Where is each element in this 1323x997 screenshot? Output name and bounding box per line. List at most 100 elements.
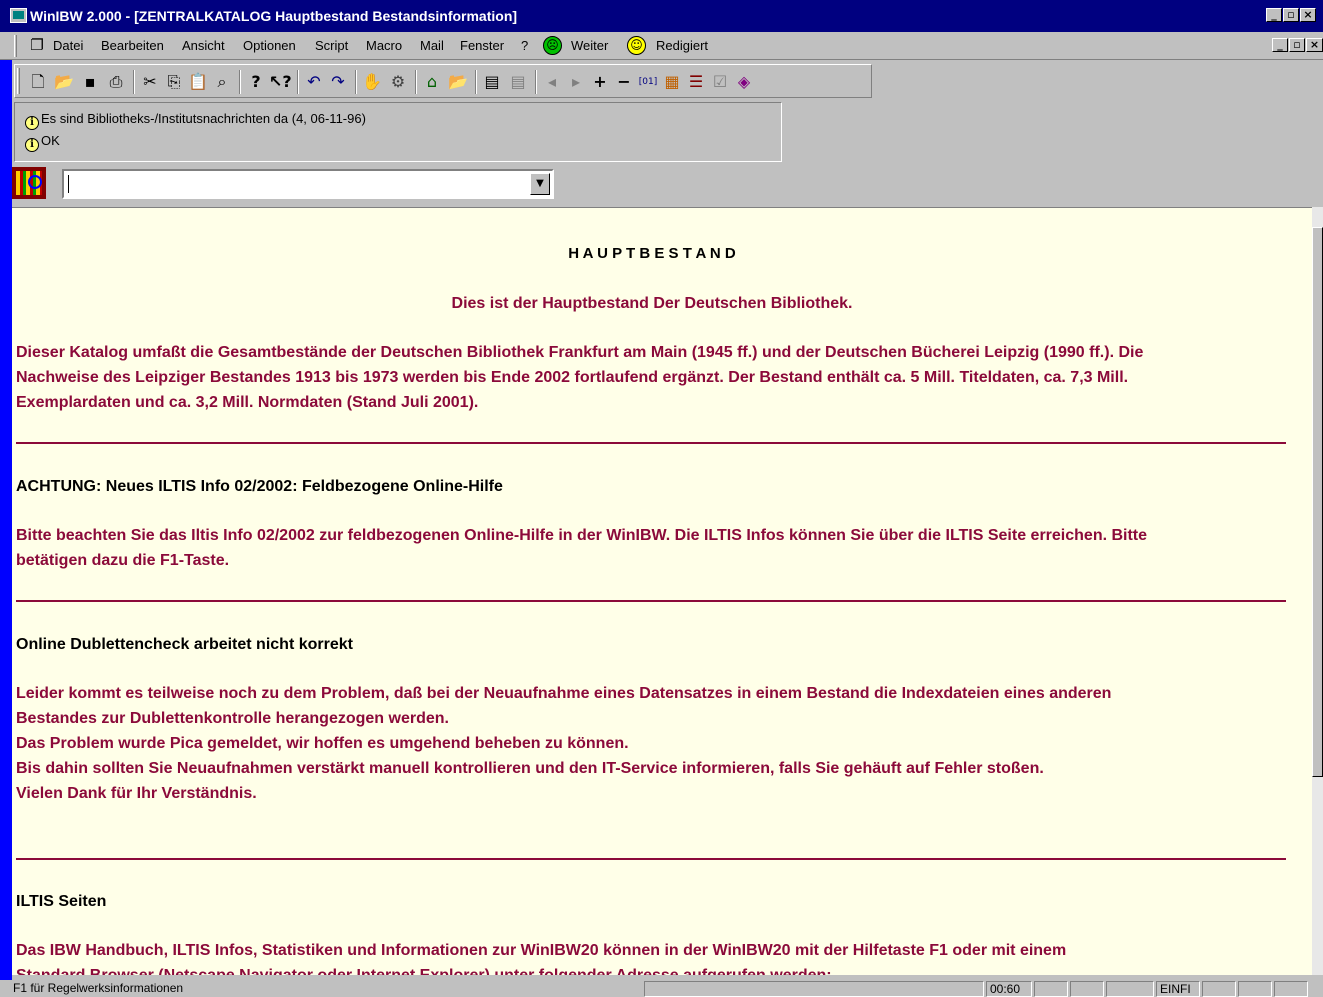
- window-title: WinIBW 2.000 - [ZENTRALKATALOG Hauptbest…: [30, 8, 518, 24]
- menu-help[interactable]: ?: [521, 38, 528, 53]
- menu-bar: ❐ Datei Bearbeiten Ansicht Optionen Scri…: [0, 32, 1323, 60]
- minus-icon[interactable]: −: [613, 71, 635, 93]
- child-minimize-button[interactable]: _: [1272, 38, 1288, 52]
- home-icon[interactable]: ⌂: [421, 71, 443, 93]
- status-panel: [1238, 981, 1272, 997]
- text-caret: [68, 175, 69, 193]
- plus-icon[interactable]: +: [589, 71, 611, 93]
- menu-weiter[interactable]: Weiter: [571, 38, 608, 53]
- section-title: ACHTUNG: Neues ILTIS Info 02/2002: Feldb…: [16, 478, 503, 495]
- save-icon[interactable]: ▪: [79, 71, 101, 93]
- tool1-icon[interactable]: ▦: [661, 71, 683, 93]
- connect-icon[interactable]: ⚙: [387, 71, 409, 93]
- intro-line: Nachweise des Leipziger Bestandes 1913 b…: [16, 369, 1129, 386]
- context-help-icon[interactable]: ↖?: [269, 71, 292, 93]
- status-time: 00:60: [986, 981, 1032, 997]
- title-bar[interactable]: WinIBW 2.000 - [ZENTRALKATALOG Hauptbest…: [0, 0, 1323, 32]
- toolbar-separator: [297, 70, 299, 94]
- child-close-button[interactable]: ×: [1306, 38, 1323, 52]
- copy-icon[interactable]: ⎘: [163, 71, 185, 93]
- close-button[interactable]: ×: [1300, 8, 1316, 22]
- section-text: Bitte beachten Sie das Iltis Info 02/200…: [16, 527, 1148, 544]
- left-border: [0, 60, 12, 980]
- tool4-icon[interactable]: ◈: [733, 71, 755, 93]
- vertical-scrollbar[interactable]: [1312, 207, 1323, 975]
- catalog-icon[interactable]: [12, 167, 46, 199]
- command-input[interactable]: ▼: [62, 169, 554, 199]
- open-icon[interactable]: 📂: [447, 71, 469, 93]
- menu-mail[interactable]: Mail: [420, 38, 444, 53]
- child-window-icon[interactable]: ❐: [26, 34, 48, 56]
- status-panel: [1274, 981, 1308, 997]
- status-panel: [1034, 981, 1068, 997]
- toolbar-separator: [133, 70, 135, 94]
- child-restore-button[interactable]: ▫: [1289, 38, 1305, 52]
- smiley-face-icon[interactable]: ☺: [627, 36, 646, 55]
- sad-face-icon[interactable]: ☹: [543, 36, 562, 55]
- section-title: Online Dublettencheck arbeitet nicht kor…: [16, 636, 353, 653]
- section-text: Bestandes zur Dublettenkontrolle herange…: [16, 710, 449, 727]
- info-icon: i: [25, 138, 39, 152]
- page-heading: H A U P T B E S T A N D: [568, 245, 736, 262]
- menu-redigiert[interactable]: Redigiert: [656, 38, 708, 53]
- maximize-button[interactable]: ▫: [1283, 8, 1299, 22]
- new-file-icon[interactable]: 🗋: [27, 71, 49, 93]
- message-panel: i Es sind Bibliotheks-/Institutsnachricht…: [14, 102, 782, 162]
- section-text: Leider kommt es teilweise noch zu dem Pr…: [16, 685, 1112, 702]
- counter-icon[interactable]: [01]: [637, 71, 659, 93]
- prev-icon[interactable]: ◂: [541, 71, 563, 93]
- cut-icon[interactable]: ✂: [139, 71, 161, 93]
- intro-line: Exemplardaten und ca. 3,2 Mill. Normdate…: [16, 394, 479, 411]
- menu-ansicht[interactable]: Ansicht: [182, 38, 225, 53]
- tool3-icon[interactable]: ☑: [709, 71, 731, 93]
- minimize-button[interactable]: _: [1266, 8, 1282, 22]
- divider: [16, 442, 1286, 444]
- menu-datei[interactable]: Datei: [53, 38, 83, 53]
- menu-optionen[interactable]: Optionen: [243, 38, 296, 53]
- chevron-down-icon[interactable]: ▼: [530, 173, 550, 195]
- toolbar-grip[interactable]: [17, 68, 20, 94]
- menu-script[interactable]: Script: [315, 38, 348, 53]
- app-icon[interactable]: [10, 8, 27, 23]
- section-text: Das Problem wurde Pica gemeldet, wir hof…: [16, 735, 629, 752]
- toolbar-separator: [355, 70, 357, 94]
- status-bar: F1 für Regelwerksinformationen 00:60 EIN…: [0, 980, 1323, 997]
- toolbar-separator: [535, 70, 537, 94]
- divider: [16, 858, 1286, 860]
- status-panel: [1106, 981, 1154, 997]
- status-panel: [1070, 981, 1104, 997]
- help-icon[interactable]: ?: [245, 71, 267, 93]
- view1-icon[interactable]: ▤: [481, 71, 503, 93]
- menu-macro[interactable]: Macro: [366, 38, 402, 53]
- print-icon[interactable]: ⎙: [105, 71, 127, 93]
- find-icon[interactable]: ⌕: [211, 71, 233, 93]
- menubar-grip[interactable]: [14, 35, 17, 57]
- toolbar-separator: [239, 70, 241, 94]
- section-text: Vielen Dank für Ihr Verständnis.: [16, 785, 257, 802]
- stop-hand-icon[interactable]: ✋: [361, 71, 383, 93]
- section-text: Bis dahin sollten Sie Neuaufnahmen verst…: [16, 760, 1044, 777]
- tool2-icon[interactable]: ☰: [685, 71, 707, 93]
- content-view[interactable]: H A U P T B E S T A N D Dies ist der Hau…: [12, 207, 1312, 975]
- status-panel: [1202, 981, 1236, 997]
- next-icon[interactable]: ▸: [565, 71, 587, 93]
- message-text: Es sind Bibliotheks-/Institutsnachrichte…: [41, 111, 366, 126]
- menu-fenster[interactable]: Fenster: [460, 38, 504, 53]
- intro-line: Dieser Katalog umfaßt die Gesamtbestände…: [16, 344, 1144, 361]
- page-subheading: Dies ist der Hauptbestand Der Deutschen …: [451, 295, 853, 312]
- undo-icon[interactable]: ↶: [303, 71, 325, 93]
- toolbar-separator: [415, 70, 417, 94]
- divider: [16, 600, 1286, 602]
- info-icon: i: [25, 116, 39, 130]
- open-folder-icon[interactable]: 📂: [53, 71, 75, 93]
- redo-icon[interactable]: ↷: [327, 71, 349, 93]
- scrollbar-thumb[interactable]: [1312, 227, 1323, 777]
- paste-icon[interactable]: 📋: [187, 71, 209, 93]
- menu-bearbeiten[interactable]: Bearbeiten: [101, 38, 164, 53]
- status-panel: [644, 981, 984, 997]
- section-title: ILTIS Seiten: [16, 893, 107, 910]
- section-text: Standard Browser (Netscape Navigator ode…: [16, 967, 832, 975]
- view2-icon[interactable]: ▤: [507, 71, 529, 93]
- section-text: Das IBW Handbuch, ILTIS Infos, Statistik…: [16, 942, 1067, 959]
- message-text: OK: [41, 133, 60, 148]
